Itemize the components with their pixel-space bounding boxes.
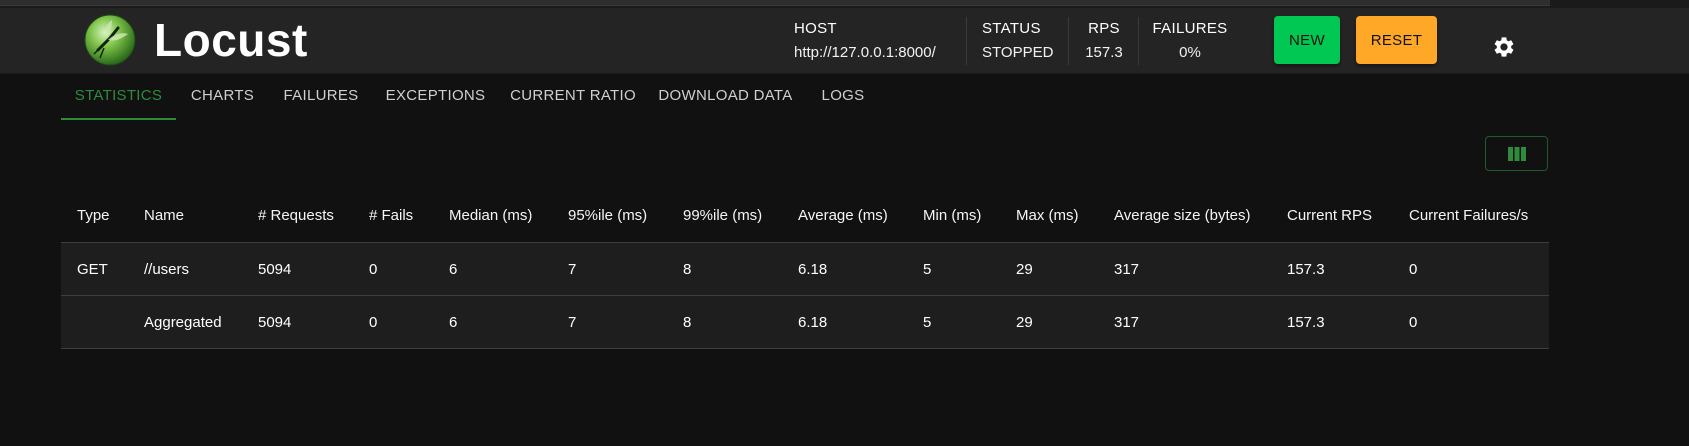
table-cell: 317 — [1114, 260, 1140, 278]
column-header[interactable]: Current Failures/s — [1409, 188, 1528, 242]
divider — [966, 17, 967, 65]
failures-value: 0% — [1179, 44, 1201, 61]
column-header[interactable]: Median (ms) — [449, 188, 532, 242]
column-header[interactable]: Current RPS — [1287, 188, 1372, 242]
locust-page: Locust HOST http://127.0.0.1:8000/ STATU… — [0, 0, 1689, 446]
table-cell: 0 — [369, 260, 378, 278]
table-cell: 6.18 — [798, 313, 828, 331]
divider — [1138, 17, 1139, 65]
status-value: STOPPED — [982, 44, 1054, 61]
column-header[interactable]: Average (ms) — [798, 188, 888, 242]
app-header: Locust HOST http://127.0.0.1:8000/ STATU… — [0, 8, 1689, 74]
divider — [1068, 17, 1069, 65]
table-cell: 5094 — [258, 260, 292, 278]
table-cell: 8 — [683, 260, 692, 278]
table-cell: 6 — [449, 313, 458, 331]
table-cell: 6.18 — [798, 260, 828, 278]
reset-button[interactable]: RESET — [1356, 16, 1437, 64]
table-cell: 0 — [1409, 313, 1418, 331]
column-header[interactable]: Type — [77, 188, 110, 242]
table-cell: //users — [144, 260, 190, 278]
browser-bar — [0, 0, 1550, 6]
failures-stat: FAILURES 0% — [1152, 8, 1228, 73]
tab-logs[interactable]: LOGS — [803, 80, 883, 120]
columns-button[interactable] — [1485, 136, 1548, 171]
gear-icon[interactable] — [1492, 35, 1516, 59]
table-header: Type Name # Requests # Fails Median (ms)… — [61, 188, 1549, 243]
app-title: Locust — [154, 14, 308, 66]
host-value: http://127.0.0.1:8000/ — [794, 44, 936, 61]
table-cell: 5 — [923, 313, 932, 331]
rps-stat: RPS 157.3 — [1084, 8, 1124, 73]
tab-current-ratio[interactable]: CURRENT RATIO — [498, 80, 648, 120]
table-row: Aggregated 5094 0 6 7 8 6.18 5 29 317 15… — [61, 296, 1549, 349]
rps-label: RPS — [1088, 20, 1120, 37]
tab-download-data[interactable]: DOWNLOAD DATA — [648, 80, 803, 120]
column-header[interactable]: # Fails — [369, 188, 413, 242]
table-cell: 29 — [1016, 260, 1033, 278]
rps-value: 157.3 — [1085, 44, 1123, 61]
locust-logo-icon — [84, 14, 136, 66]
table-cell: 157.3 — [1287, 313, 1325, 331]
status-label: STATUS — [982, 20, 1041, 37]
failures-label: FAILURES — [1152, 20, 1228, 37]
table-cell: 0 — [369, 313, 378, 331]
table-cell: 7 — [568, 260, 577, 278]
column-header[interactable]: 95%ile (ms) — [568, 188, 647, 242]
table-cell: 5094 — [258, 313, 292, 331]
logo[interactable]: Locust — [84, 14, 308, 66]
host-label: HOST — [794, 20, 837, 37]
column-header[interactable]: Max (ms) — [1016, 188, 1079, 242]
table-cell: 29 — [1016, 313, 1033, 331]
table-cell: 8 — [683, 313, 692, 331]
tab-charts[interactable]: CHARTS — [176, 80, 269, 120]
table-cell: 6 — [449, 260, 458, 278]
table-cell: 7 — [568, 313, 577, 331]
tab-failures[interactable]: FAILURES — [269, 80, 373, 120]
tab-exceptions[interactable]: EXCEPTIONS — [373, 80, 498, 120]
tab-bar: STATISTICS CHARTS FAILURES EXCEPTIONS CU… — [61, 80, 883, 120]
new-button[interactable]: NEW — [1274, 16, 1340, 64]
host-stat: HOST http://127.0.0.1:8000/ — [794, 8, 936, 73]
column-header[interactable]: # Requests — [258, 188, 334, 242]
view-column-icon — [1507, 146, 1526, 161]
table-cell: 317 — [1114, 313, 1140, 331]
top-strip — [0, 0, 1689, 8]
table-cell: 0 — [1409, 260, 1418, 278]
column-header[interactable]: Name — [144, 188, 184, 242]
table-cell: GET — [77, 260, 108, 278]
table-row: GET //users 5094 0 6 7 8 6.18 5 29 317 1… — [61, 243, 1549, 296]
status-stat: STATUS STOPPED — [982, 8, 1053, 73]
table-cell: 157.3 — [1287, 260, 1325, 278]
column-header[interactable]: Min (ms) — [923, 188, 981, 242]
stats-table: Type Name # Requests # Fails Median (ms)… — [61, 188, 1549, 349]
column-header[interactable]: Average size (bytes) — [1114, 188, 1250, 242]
column-header[interactable]: 99%ile (ms) — [683, 188, 762, 242]
tab-statistics[interactable]: STATISTICS — [61, 80, 176, 120]
table-cell: Aggregated — [144, 313, 222, 331]
table-cell: 5 — [923, 260, 932, 278]
